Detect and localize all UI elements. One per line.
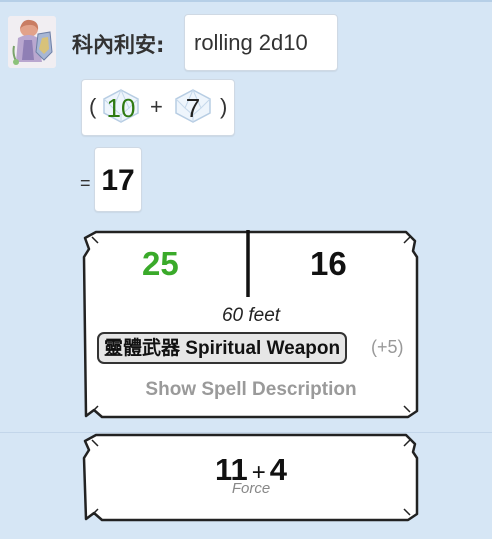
show-spell-description-link[interactable]: Show Spell Description [84, 379, 418, 401]
spell-name-cjk: 靈體武器 [104, 337, 181, 359]
message-text: rolling 2d10 [194, 30, 308, 55]
spell-name-button[interactable]: 靈體武器 Spiritual Weapon [97, 332, 348, 364]
d10-die-icon[interactable]: 7 [173, 88, 213, 124]
spell-name: Spiritual Weapon [185, 338, 341, 359]
roll-total: 17 [94, 147, 142, 212]
spell-range: 60 feet [221, 305, 281, 326]
d10-die-icon[interactable]: 10 [101, 88, 141, 124]
total-value: 17 [101, 164, 135, 197]
roll-expression: ( 10 + 7 ) [81, 79, 235, 136]
die-value: 10 [106, 93, 136, 123]
equals-sign: = [80, 173, 91, 193]
attack-roll-1: 25 [142, 245, 179, 282]
attack-roll-2: 16 [310, 245, 347, 282]
top-border [0, 0, 492, 2]
close-paren: ) [220, 94, 228, 119]
damage-type: Force [231, 480, 271, 497]
sender-name: 科內利安: [72, 33, 165, 57]
spell-modifier: (+5) [371, 337, 404, 357]
open-paren: ( [89, 94, 97, 119]
message-bubble: rolling 2d10 [184, 14, 338, 71]
avatar[interactable] [8, 16, 56, 68]
plus-sign: + [150, 94, 163, 119]
die-value: 7 [185, 93, 201, 123]
